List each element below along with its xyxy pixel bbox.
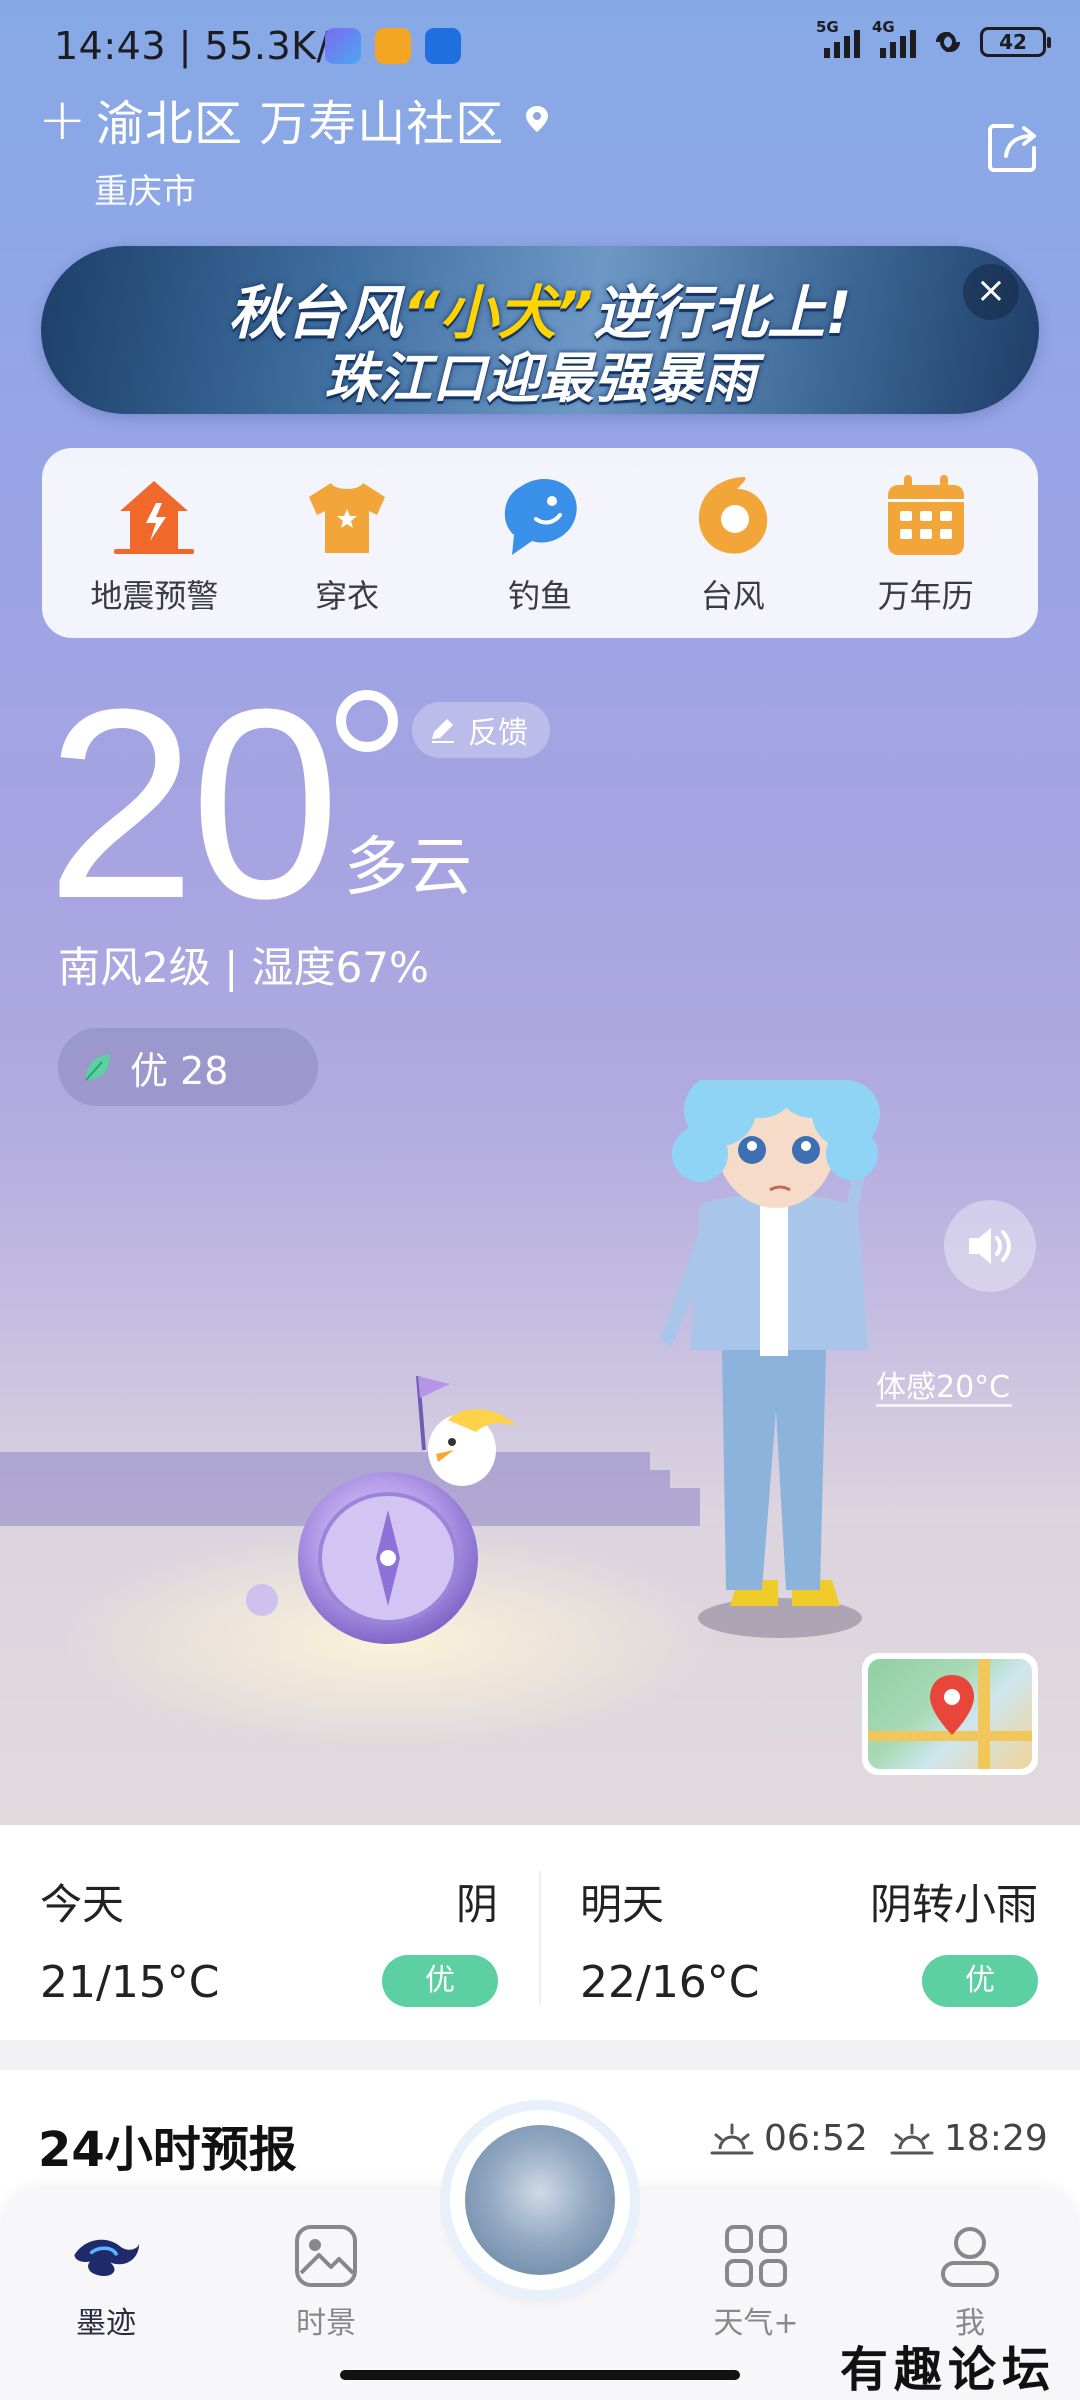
moji-logo-icon — [74, 2239, 140, 2277]
day-name: 明天 — [580, 1880, 665, 1929]
feels-like-underline — [876, 1404, 1012, 1407]
tool-calendar[interactable]: 万年历 — [836, 469, 1016, 617]
sunrise: 06:52 — [710, 2118, 868, 2159]
sunset-time: 18:29 — [944, 2118, 1048, 2159]
status-bar: 14:43 | 55.3K/s 5G 4G 42 — [0, 0, 1080, 96]
day-temperature: 21/15°C — [40, 1957, 220, 2008]
gallery-icon — [295, 2225, 357, 2287]
grid-icon — [725, 2225, 787, 2287]
nav-weather-plus[interactable]: 天气+ — [676, 2220, 836, 2342]
weather-hero: 14:43 | 55.3K/s 5G 4G 42 + 渝北区 万寿山社区 重庆市… — [0, 0, 1080, 1825]
tool-label: 穿衣 — [315, 577, 380, 615]
feedback-label: 反馈 — [468, 716, 528, 751]
calendar-icon — [887, 475, 964, 555]
tool-clothing[interactable]: 穿衣 — [257, 469, 437, 617]
typhoon-news-banner[interactable]: 秋台风“小犬”逆行北上! 珠江口迎最强暴雨 × — [41, 246, 1039, 414]
share-icon[interactable] — [984, 118, 1042, 176]
degree-symbol — [336, 690, 398, 752]
day-condition: 阴转小雨 — [869, 1880, 1038, 1929]
daily-forecast: 今天 阴 21/15°C 优 明天 阴转小雨 22/16°C 优 — [0, 1825, 1080, 2040]
tshirt-icon — [309, 483, 386, 553]
tool-typhoon[interactable]: 台风 — [643, 469, 823, 617]
nav-moji[interactable]: 墨迹 — [26, 2220, 186, 2342]
profile-icon — [941, 2227, 999, 2287]
nav-label: 时景 — [296, 2306, 356, 2341]
voice-broadcast-button[interactable] — [944, 1200, 1036, 1292]
current-condition: 多云 — [344, 831, 472, 905]
signal-5g-icon: 5G — [816, 18, 860, 58]
nav-gallery[interactable]: 时景 — [246, 2220, 406, 2342]
fish-icon — [504, 479, 577, 555]
sunset: 18:29 — [890, 2118, 1048, 2159]
sky-thumbnail — [465, 2125, 615, 2275]
map-thumbnail — [868, 1659, 1032, 1769]
sim1-label: 5G — [816, 18, 839, 36]
status-time: 14:43 | 55.3K/s — [54, 24, 350, 68]
sunset-icon — [890, 2123, 934, 2154]
edit-icon — [432, 719, 454, 743]
nav-profile[interactable]: 我 — [890, 2220, 1050, 2342]
sunrise-time: 06:52 — [764, 2118, 868, 2159]
notification-icons — [325, 28, 461, 64]
banner-subline: 珠江口迎最强暴雨 — [324, 347, 756, 410]
sim2-label: 4G — [872, 18, 895, 36]
speaker-icon — [969, 1228, 1011, 1264]
tool-label: 地震预警 — [90, 577, 219, 615]
forecast-today[interactable]: 今天 阴 21/15°C 优 — [0, 1825, 540, 2040]
center-weather-button[interactable] — [450, 2110, 630, 2290]
link-icon — [936, 32, 960, 52]
earthquake-icon — [114, 481, 195, 554]
leaf-icon — [85, 1054, 110, 1081]
day-aqi-badge: 优 — [922, 1955, 1038, 2007]
tool-fishing[interactable]: 钓鱼 — [450, 469, 630, 617]
feels-like-label: 体感20°C — [876, 1370, 1011, 1405]
feedback-button[interactable]: 反馈 — [412, 702, 550, 758]
nav-label: 墨迹 — [76, 2306, 136, 2341]
day-temperature: 22/16°C — [580, 1957, 760, 2008]
city-name: 重庆市 — [94, 172, 196, 212]
clock-text: 14:43 — [54, 24, 167, 68]
battery-icon: 42 — [980, 27, 1051, 57]
forecast-tomorrow[interactable]: 明天 阴转小雨 22/16°C 优 — [540, 1825, 1080, 2040]
home-indicator[interactable] — [340, 2370, 740, 2380]
location-name[interactable]: 渝北区 万寿山社区 — [96, 84, 504, 154]
tool-label: 钓鱼 — [507, 577, 572, 615]
app-notification-icon — [425, 28, 461, 64]
typhoon-icon — [698, 477, 767, 554]
signal-4g-icon: 4G — [872, 18, 916, 58]
day-name: 今天 — [40, 1880, 125, 1929]
wind-humidity: 南风2级 | 湿度67% — [58, 943, 429, 992]
system-status: 5G 4G 42 — [816, 18, 1051, 58]
location-header: + 渝北区 万寿山社区 重庆市 — [38, 84, 552, 213]
day-aqi-badge: 优 — [382, 1955, 498, 2007]
section-title: 24小时预报 — [38, 2122, 297, 2178]
tool-label: 台风 — [700, 577, 765, 615]
app-notification-icon — [375, 28, 411, 64]
sunrise-icon — [710, 2123, 754, 2154]
tool-earthquake[interactable]: 地震预警 — [64, 469, 244, 617]
location-pin-icon — [526, 106, 549, 132]
weather-map-button[interactable] — [862, 1653, 1038, 1775]
status-separator: | — [178, 24, 192, 68]
tool-label: 万年历 — [877, 577, 974, 615]
app-notification-icon — [325, 28, 361, 64]
watermark-text: 有趣论坛 — [839, 2342, 1056, 2398]
current-temperature: 20 — [46, 654, 340, 955]
add-city-icon[interactable]: + — [38, 90, 87, 148]
quick-tools: 地震预警 穿衣 钓鱼 台风 万年历 — [42, 448, 1038, 638]
nav-label: 天气+ — [713, 2306, 799, 2341]
close-banner-button[interactable]: × — [963, 264, 1019, 320]
map-pin-icon — [868, 1659, 1032, 1769]
day-condition: 阴 — [455, 1880, 498, 1929]
